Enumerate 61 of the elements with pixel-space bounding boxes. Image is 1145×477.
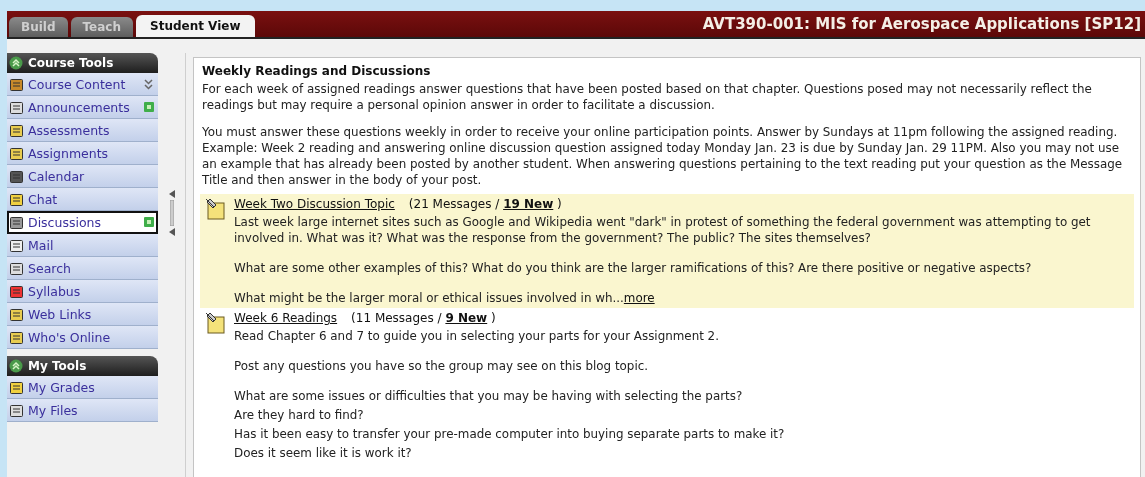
double-chevron-icon bbox=[143, 77, 154, 91]
sidebar-item-label: Chat bbox=[28, 191, 59, 207]
section-title: My Tools bbox=[28, 359, 87, 373]
topic-link[interactable]: Week 6 Readings bbox=[234, 311, 338, 325]
sidebar-item[interactable]: Course Content bbox=[7, 73, 158, 96]
instruction-paragraph: You must answer these questions weekly in order to receive your online participation points. Answer by Sundays at 11pm following the assigned reading. Example: Week 2 reading and answering online discussion question assigned today Monday Jan. 23 is due by Sunday Jan. 29 11PM. Also you may not use an example that has already been posted by another student. When answering questions pertaining to the text reading put your question as the Message Title and then answer in the body of your post. bbox=[202, 124, 1124, 188]
new-messages-link[interactable]: 9 New bbox=[445, 311, 488, 325]
sidebar-item[interactable]: My Grades bbox=[7, 376, 158, 399]
sidebar-item-label: Syllabus bbox=[28, 283, 82, 299]
sidebar-item[interactable]: Chat bbox=[7, 188, 158, 211]
sidebar-item[interactable]: Calendar bbox=[7, 165, 158, 188]
sidebar-item[interactable]: Who's Online bbox=[7, 326, 158, 349]
collapse-left-icon[interactable] bbox=[168, 190, 175, 198]
sidebar-item[interactable]: Announcements bbox=[7, 96, 158, 119]
topic-text: What are some other examples of this? What do you think are the larger ramifications of this? Are there positive or negative aspects? bbox=[234, 260, 1033, 276]
sidebar-item-label: Assessments bbox=[28, 122, 111, 138]
sidebar-item-label: Search bbox=[28, 260, 72, 276]
view-tab[interactable]: Student View bbox=[136, 15, 255, 37]
sidebar-item-label: My Files bbox=[28, 402, 79, 418]
topic-text: Has it been easy to transfer your pre-made computer into buying separate parts to make it? bbox=[234, 426, 786, 442]
sidebar-item-label: Announcements bbox=[28, 99, 131, 115]
sidebar-item-label: Course Content bbox=[28, 76, 127, 92]
pushpin-note-icon bbox=[204, 197, 226, 221]
topic-text: Does it seem like it is work it? bbox=[234, 445, 413, 461]
more-link[interactable]: more bbox=[623, 291, 655, 305]
pushpin-note-icon bbox=[204, 311, 226, 335]
sidebar-item[interactable]: Web Links bbox=[7, 303, 158, 326]
double-up-arrow-icon bbox=[9, 359, 23, 373]
topic-text: Read Chapter 6 and 7 to guide you in selecting your parts for your Assignment 2. bbox=[234, 328, 720, 344]
topic-text: What might be the larger moral or ethical issues involved in wh...more bbox=[234, 290, 656, 306]
panel-title: Weekly Readings and Discussions bbox=[201, 64, 432, 78]
sidebar-item[interactable]: Mail bbox=[7, 234, 158, 257]
topic-text: Are they hard to find? bbox=[234, 407, 365, 423]
sidebar-item-label: Who's Online bbox=[28, 329, 112, 345]
sidebar-item-label: Assignments bbox=[28, 145, 110, 161]
sidebar-item[interactable]: My Files bbox=[7, 399, 158, 422]
course-title: AVT390-001: MIS for Aerospace Applications [SP12] bbox=[702, 15, 1142, 35]
splitter-handle-icon[interactable] bbox=[169, 200, 174, 226]
sidebar-item-label: Web Links bbox=[28, 306, 93, 322]
sidebar-item[interactable]: Discussions bbox=[7, 211, 158, 234]
sidebar-item[interactable]: Assignments bbox=[7, 142, 158, 165]
instruction-paragraph: For each week of assigned readings answer questions that have been posted based on that chapter. Questions posed may not necessarily reflect the readings but may require a personal opinion answer in order to facilitate a discussion. bbox=[202, 81, 1093, 113]
sidebar-item[interactable]: Syllabus bbox=[7, 280, 158, 303]
double-up-arrow-icon bbox=[9, 56, 23, 70]
topic-text: What are some issues or difficulties that you may be having with selecting the parts? bbox=[234, 388, 744, 404]
topic-link[interactable]: Week Two Discussion Topic bbox=[234, 197, 395, 211]
new-badge-icon bbox=[144, 102, 154, 112]
collapse-left-icon[interactable] bbox=[168, 228, 175, 236]
message-count: (21 Messages / 19 New ) bbox=[408, 197, 562, 211]
sidebar-item[interactable]: Search bbox=[7, 257, 158, 280]
message-count: (11 Messages / 9 New ) bbox=[351, 311, 496, 325]
sidebar-item-label: My Grades bbox=[28, 379, 96, 395]
sidebar-item-label: Mail bbox=[28, 237, 55, 253]
topic-text: Post any questions you have so the group may see on this blog topic. bbox=[234, 358, 649, 374]
topic-text: Last week large internet sites such as Google and Wikipedia went "dark" in protest of something the federal government was attempting to get involved in. What was it? What was the response from the government? The public? The sites themselves? bbox=[234, 214, 1092, 246]
section-title: Course Tools bbox=[28, 56, 114, 70]
new-badge-icon bbox=[144, 217, 154, 227]
sidebar-item-label: Calendar bbox=[28, 168, 86, 184]
sidebar-item[interactable]: Assessments bbox=[7, 119, 158, 142]
new-messages-link[interactable]: 19 New bbox=[503, 197, 554, 211]
sidebar-item-label: Discussions bbox=[28, 214, 102, 230]
